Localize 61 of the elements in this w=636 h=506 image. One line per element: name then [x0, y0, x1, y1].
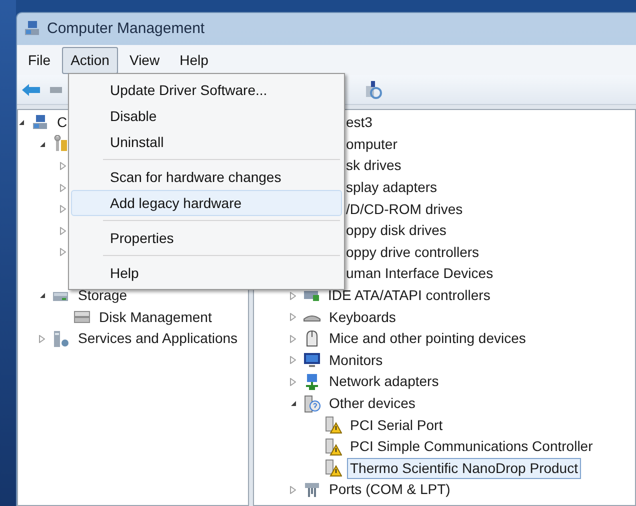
tree-item[interactable]: omputer — [343, 134, 400, 155]
collapsed-arrow-icon[interactable] — [60, 205, 66, 214]
collapsed-arrow-icon[interactable] — [290, 334, 296, 343]
services-icon — [52, 330, 70, 348]
warning-device-icon — [324, 438, 342, 456]
tree-item[interactable]: PCI Serial Port — [347, 414, 446, 436]
collapsed-arrow-icon[interactable] — [60, 248, 66, 256]
tree-item[interactable]: Monitors — [326, 350, 386, 371]
collapsed-arrow-icon[interactable] — [60, 184, 66, 192]
menu-option[interactable]: Properties — [71, 225, 342, 251]
menu-item[interactable]: View — [120, 46, 169, 74]
menu-item[interactable]: File — [19, 46, 60, 74]
tree-item[interactable]: Other devices — [326, 393, 418, 414]
menu-option[interactable]: Disable — [71, 103, 342, 129]
tree-item[interactable]: splay adapters — [343, 177, 440, 198]
tree-item[interactable]: C — [54, 112, 70, 134]
scan-hardware-icon[interactable] — [363, 80, 383, 100]
unknown-device-icon — [303, 394, 321, 413]
menu-option[interactable]: Uninstall — [71, 129, 342, 155]
collapsed-arrow-icon[interactable] — [60, 162, 66, 170]
expanded-arrow-icon[interactable] — [290, 400, 297, 408]
collapsed-arrow-icon[interactable] — [290, 292, 296, 300]
tree-item[interactable]: IDE ATA/ATAPI controllers — [325, 285, 494, 306]
collapsed-arrow-icon[interactable] — [60, 226, 66, 235]
collapsed-arrow-icon[interactable] — [290, 486, 296, 494]
tree-item[interactable]: PCI Simple Communications Controller — [347, 436, 596, 458]
tree-item[interactable]: Services and Applications — [75, 328, 241, 350]
tree-item[interactable]: /D/CD-ROM drives — [343, 198, 466, 220]
warning-device-icon — [324, 459, 342, 478]
controller-icon — [303, 290, 320, 302]
collapsed-arrow-icon[interactable] — [290, 313, 296, 322]
monitor-icon — [303, 351, 321, 370]
expanded-arrow-icon[interactable] — [39, 292, 46, 300]
menu-item[interactable]: Help — [170, 46, 218, 74]
warning-device-icon — [324, 416, 342, 434]
menu-option[interactable]: Help — [71, 260, 342, 286]
tree-item[interactable]: Mice and other pointing devices — [326, 328, 529, 350]
menu-option[interactable]: Add legacy hardware — [71, 190, 342, 216]
app-icon — [23, 20, 41, 38]
collapsed-arrow-icon[interactable] — [290, 356, 296, 364]
collapsed-arrow-icon[interactable] — [39, 334, 45, 343]
expanded-arrow-icon[interactable] — [39, 140, 46, 148]
tree-item[interactable]: Ports (COM & LPT) — [326, 479, 454, 500]
computer-icon — [31, 114, 49, 132]
window-title: Computer Management — [47, 18, 205, 39]
tree-item[interactable]: Disk Management — [96, 306, 215, 328]
tree-item[interactable]: uman Interface Devices — [343, 263, 496, 284]
network-icon — [303, 372, 321, 391]
menu-option[interactable]: Scan for hardware changes — [71, 164, 342, 190]
menu-item[interactable]: Action — [62, 46, 118, 74]
tree-item[interactable]: sk drives — [343, 155, 404, 176]
tree-item[interactable]: Keyboards — [326, 306, 399, 328]
tree-item[interactable]: Network adapters — [326, 371, 442, 392]
tree-item[interactable]: Thermo Scientific NanoDrop Product — [347, 458, 581, 479]
tree-item[interactable]: oppy disk drives — [343, 220, 450, 242]
back-arrow-icon[interactable] — [21, 82, 41, 96]
expanded-arrow-icon[interactable] — [18, 119, 25, 126]
tree-item[interactable]: est3 — [343, 112, 376, 134]
port-icon — [303, 480, 321, 499]
collapsed-arrow-icon[interactable] — [290, 378, 296, 386]
tree-item[interactable]: oppy drive controllers — [343, 242, 482, 263]
